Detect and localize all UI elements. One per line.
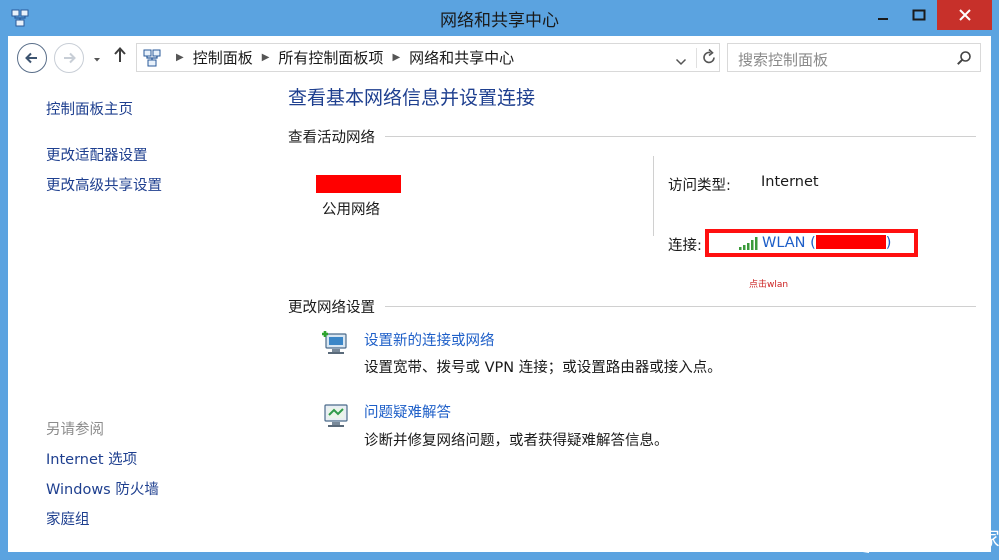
wlan-link-close: ) bbox=[885, 235, 892, 251]
network-setup-icon[interactable] bbox=[321, 328, 351, 358]
troubleshoot-icon[interactable] bbox=[321, 400, 351, 430]
annotation-text: 点击wlan bbox=[749, 280, 789, 290]
refresh-button[interactable] bbox=[696, 48, 720, 68]
main-pane: 查看基本网络信息并设置连接 查看活动网络 公用网络 访问类型: Internet… bbox=[266, 78, 991, 552]
change-network-heading: 更改网络设置 bbox=[288, 296, 385, 317]
breadcrumb-control-panel[interactable]: 控制面板 bbox=[193, 47, 253, 68]
watermark-text: Win8系统之家 bbox=[876, 528, 999, 550]
breadcrumb-network-center[interactable]: 网络和共享中心 bbox=[409, 47, 514, 68]
wlan-connection-link[interactable]: WLAN () bbox=[762, 233, 891, 251]
control-panel-icon bbox=[142, 48, 162, 68]
address-history-dropdown[interactable] bbox=[675, 52, 687, 71]
arrow-left-icon bbox=[25, 52, 37, 64]
change-advanced-sharing-link[interactable]: 更改高级共享设置 bbox=[46, 174, 162, 195]
access-type-label: 访问类型: bbox=[668, 178, 731, 194]
active-network-heading: 查看活动网络 bbox=[288, 126, 385, 147]
vertical-divider bbox=[653, 156, 654, 236]
chevron-down-icon bbox=[675, 58, 687, 66]
troubleshoot-link[interactable]: 问题疑难解答 bbox=[364, 401, 451, 422]
back-button[interactable] bbox=[17, 43, 47, 73]
watermark: Win8系统之家 bbox=[830, 517, 999, 557]
maximize-button[interactable] bbox=[901, 0, 937, 30]
network-type-label: 公用网络 bbox=[322, 202, 380, 218]
left-pane: 控制面板主页 更改适配器设置 更改高级共享设置 另请参阅 Internet 选项… bbox=[8, 78, 266, 552]
redacted-ssid bbox=[815, 235, 886, 249]
chevron-right-icon[interactable]: ▶ bbox=[262, 52, 270, 63]
breadcrumb-all-items[interactable]: 所有控制面板项 bbox=[278, 47, 383, 68]
troubleshoot-desc: 诊断并修复网络问题，或者获得疑难解答信息。 bbox=[364, 433, 669, 449]
search-input[interactable]: 搜索控制面板 bbox=[727, 43, 981, 72]
see-also-heading: 另请参阅 bbox=[46, 422, 104, 438]
arrow-up-icon bbox=[114, 47, 126, 62]
close-button[interactable] bbox=[937, 0, 992, 30]
setup-new-connection-link[interactable]: 设置新的连接或网络 bbox=[364, 329, 495, 350]
page-title: 查看基本网络信息并设置连接 bbox=[288, 87, 536, 109]
forward-button[interactable] bbox=[54, 43, 84, 73]
minimize-button[interactable] bbox=[865, 0, 901, 30]
section-divider bbox=[288, 136, 976, 137]
window: 网络和共享中心 ▶ 控制面板 ▶ 所有控制面板项 ▶ 网络和共享中心 搜索控制面… bbox=[0, 0, 999, 560]
section-divider bbox=[288, 306, 976, 307]
chevron-right-icon[interactable]: ▶ bbox=[176, 52, 184, 63]
address-bar[interactable]: ▶ 控制面板 ▶ 所有控制面板项 ▶ 网络和共享中心 bbox=[136, 43, 720, 72]
refresh-icon bbox=[703, 48, 715, 64]
navigation-bar: ▶ 控制面板 ▶ 所有控制面板项 ▶ 网络和共享中心 搜索控制面板 bbox=[8, 36, 991, 78]
title-bar: 网络和共享中心 bbox=[0, 0, 999, 36]
change-adapter-settings-link[interactable]: 更改适配器设置 bbox=[46, 144, 148, 165]
recent-locations-dropdown[interactable] bbox=[92, 50, 102, 69]
client-area: ▶ 控制面板 ▶ 所有控制面板项 ▶ 网络和共享中心 搜索控制面板 控制面板主页… bbox=[8, 36, 991, 552]
search-placeholder: 搜索控制面板 bbox=[738, 51, 829, 69]
wlan-link-text: WLAN ( bbox=[762, 235, 816, 251]
setup-new-connection-desc: 设置宽带、拨号或 VPN 连接；或设置路由器或接入点。 bbox=[364, 360, 722, 376]
internet-options-link[interactable]: Internet 选项 bbox=[46, 448, 137, 469]
chevron-down-icon bbox=[94, 58, 100, 62]
access-type-value: Internet bbox=[761, 174, 819, 190]
chevron-right-icon[interactable]: ▶ bbox=[392, 52, 400, 63]
arrow-right-icon bbox=[64, 52, 76, 64]
up-button[interactable] bbox=[112, 46, 128, 68]
control-panel-home-link[interactable]: 控制面板主页 bbox=[46, 98, 133, 119]
windows-firewall-link[interactable]: Windows 防火墙 bbox=[46, 478, 159, 499]
change-network-section: 更改网络设置 bbox=[288, 296, 976, 317]
redacted-network-name bbox=[316, 175, 401, 193]
active-network-section: 查看活动网络 bbox=[288, 126, 976, 147]
wifi-signal-icon bbox=[738, 236, 758, 255]
homegroup-link[interactable]: 家庭组 bbox=[46, 508, 90, 529]
window-title: 网络和共享中心 bbox=[440, 11, 559, 31]
connection-label: 连接: bbox=[668, 238, 702, 254]
windows-logo-icon bbox=[836, 519, 870, 557]
breadcrumb: ▶ 控制面板 ▶ 所有控制面板项 ▶ 网络和共享中心 bbox=[167, 44, 514, 71]
search-icon[interactable] bbox=[956, 50, 972, 70]
